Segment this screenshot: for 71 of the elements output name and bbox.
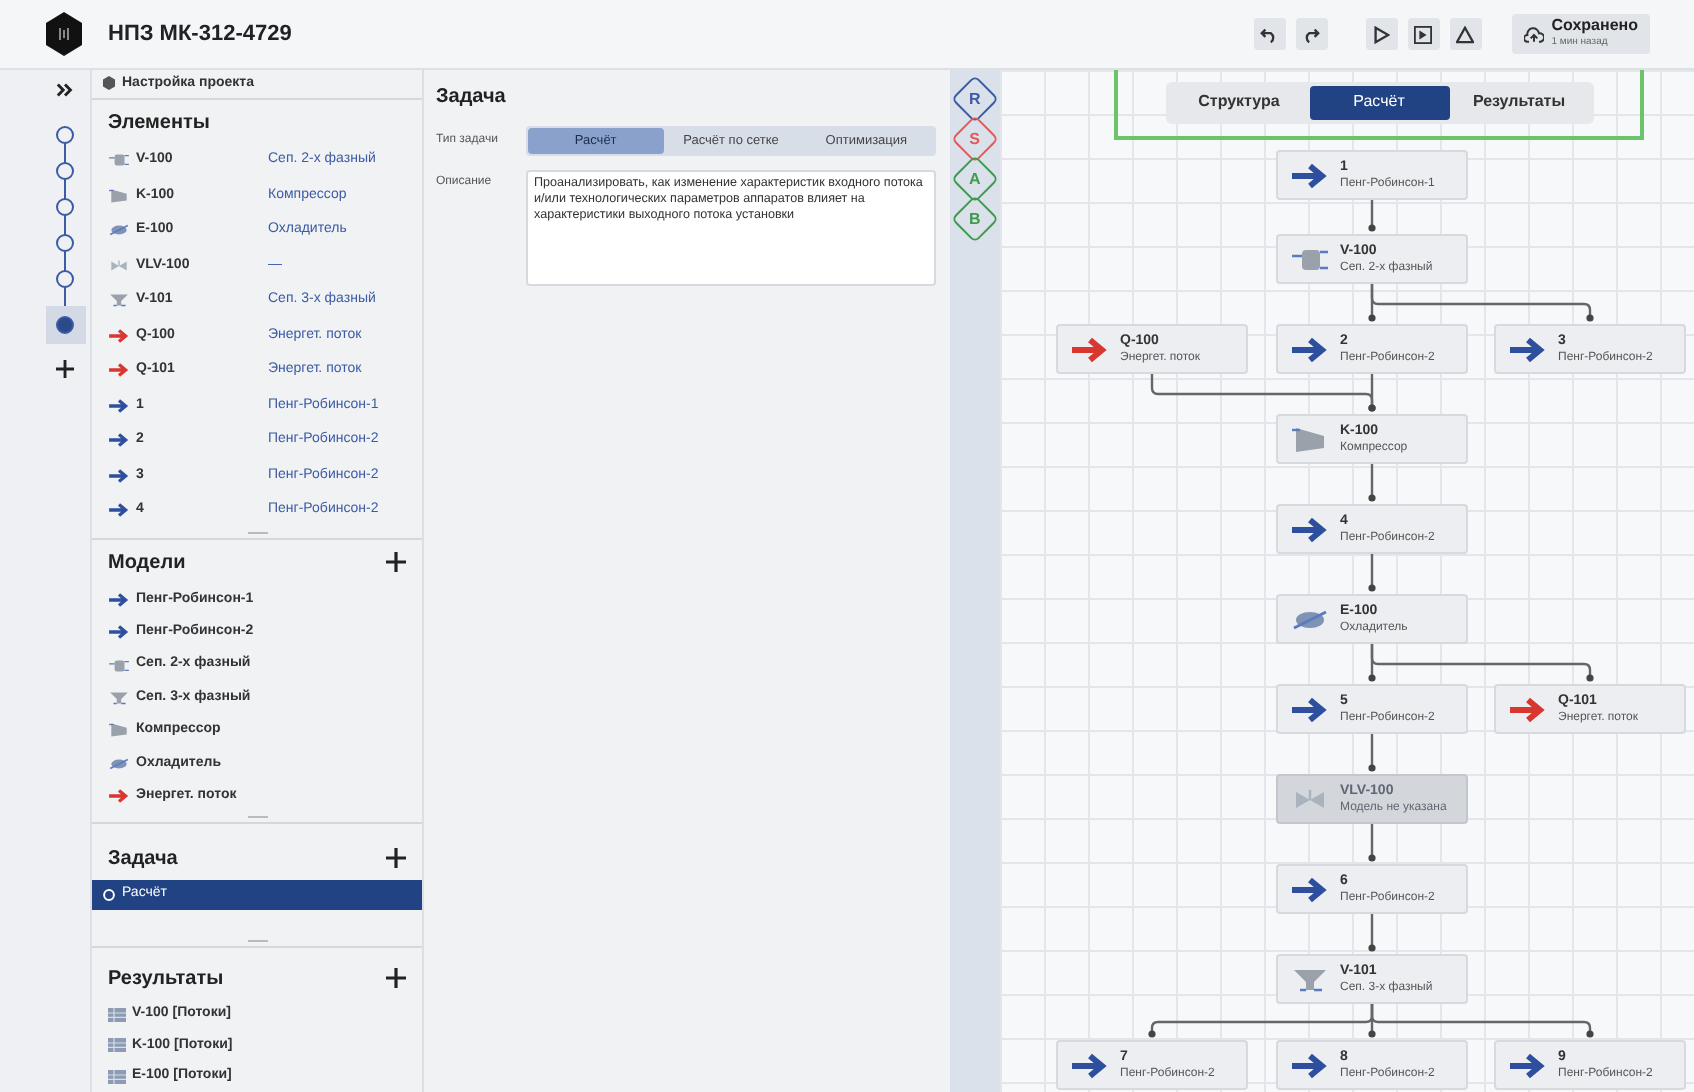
compressor-icon [1290,425,1330,453]
table-icon [108,1007,126,1022]
add-icon[interactable] [386,968,406,989]
arrow-icon [1508,695,1548,723]
warning-icon [1456,25,1475,43]
redo-icon [1302,25,1321,43]
table-icon [108,1069,126,1084]
section-title: Элементы [108,109,210,138]
section-title: Результаты [108,965,224,994]
arrow-icon [108,502,130,519]
connector-line [1368,554,1376,592]
undo-icon [1260,25,1279,43]
table-icon [108,1038,126,1053]
view-tab[interactable]: Результаты [1449,85,1589,119]
section-title: Задача [108,845,178,874]
arrow-icon [1290,335,1330,363]
play-box-icon [1414,25,1433,43]
play-icon [1372,25,1391,43]
connector-line [1368,464,1376,502]
arrow-icon [108,624,130,641]
logo-icon [44,12,84,56]
warning-button[interactable] [1449,18,1482,50]
cooler-icon [108,222,130,239]
gear-icon [102,76,116,91]
step-button[interactable] [1407,18,1440,50]
add-icon[interactable] [386,848,406,869]
undo-button[interactable] [1253,18,1286,50]
valve-icon [108,257,130,274]
arrow-icon [1290,161,1330,189]
view-tab[interactable]: Структура [1169,85,1309,119]
arrow-icon [1290,1051,1330,1079]
redo-button[interactable] [1295,18,1328,50]
valve-icon [1290,785,1330,813]
cooler-icon [1290,605,1330,633]
section-title: Модели [108,549,186,578]
panel-title: Задача [436,84,508,112]
view-tab[interactable]: Расчёт [1309,85,1449,119]
project-title: НПЗ МК-312-4729 [108,19,292,50]
arrow-icon [1070,1051,1110,1079]
arrow-icon [1508,335,1548,363]
compressor-icon [108,187,130,204]
connector-line [1368,914,1376,952]
separator-icon [108,292,130,309]
separator-icon [108,657,130,674]
arrow-icon [108,591,130,608]
arrow-icon [1290,515,1330,543]
arrow-icon [108,467,130,484]
cooler-icon [108,755,130,772]
separator-icon [108,152,130,169]
separator-icon [108,690,130,706]
connector-line [1368,824,1376,862]
arrow-icon [1290,695,1330,723]
arrow-icon [108,397,130,414]
arrow-icon [1070,335,1110,363]
arrow-icon [1290,875,1330,903]
connector-line [1368,200,1376,232]
arrow-icon [1508,1051,1548,1079]
cloud-upload-icon [1523,25,1544,43]
compressor-icon [108,722,130,739]
separator-icon [1290,245,1330,273]
add-icon[interactable] [56,360,74,378]
expand-icon[interactable] [56,82,74,98]
add-icon[interactable] [386,552,406,573]
arrow-icon [108,327,130,344]
run-button[interactable] [1365,18,1398,50]
refresh-icon [102,888,116,903]
arrow-icon [108,788,130,805]
arrow-icon [108,362,130,379]
arrow-icon [108,432,130,449]
separator-icon [1290,965,1330,993]
connector-line [1368,734,1376,772]
